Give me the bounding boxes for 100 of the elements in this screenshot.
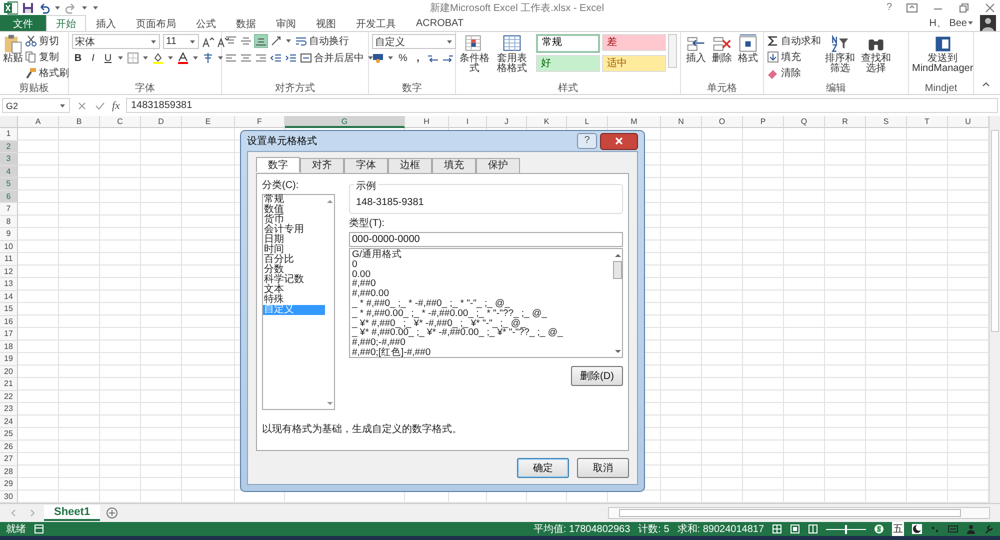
row-header[interactable]: 15 <box>0 303 18 316</box>
format-item[interactable]: _ ¥* #,##0_ ;_ ¥* -#,##0_ ;_ ¥* "-"_ ;_ @_ <box>352 318 611 328</box>
font-family-dropdown[interactable]: 宋体 <box>72 34 160 49</box>
input-method-indicator[interactable]: 五 <box>892 522 904 536</box>
column-header[interactable]: U <box>948 116 989 128</box>
align-right-icon[interactable] <box>255 52 267 64</box>
cancel-icon[interactable] <box>76 100 88 112</box>
currency-icon[interactable] <box>372 52 384 64</box>
format-item[interactable]: _ * #,##0.00_ ;_ * -#,##0.00_ ;_ * "-"??_ ;_ @_ <box>352 308 611 319</box>
row-header[interactable]: 8 <box>0 216 18 228</box>
category-item[interactable]: 特殊 <box>263 295 325 305</box>
format-item[interactable]: #,##0 <box>352 279 611 290</box>
merge-center-button[interactable]: 合并后居中 <box>300 51 364 65</box>
row-header[interactable]: 10 <box>0 240 18 253</box>
column-header[interactable]: P <box>743 116 784 128</box>
row-header[interactable]: 13 <box>0 278 18 290</box>
row-header[interactable]: 25 <box>0 428 18 440</box>
insert-button[interactable]: 插入 <box>684 34 708 64</box>
cell-style[interactable]: 好 <box>536 55 600 72</box>
conditional-formatting-button[interactable]: 条件格式 <box>459 34 490 74</box>
decrease-indent-icon[interactable] <box>270 52 282 64</box>
category-item[interactable]: 文本 <box>263 285 325 295</box>
ime-logo-icon[interactable] <box>874 524 884 534</box>
formula-field[interactable]: 14831859381 <box>126 98 998 113</box>
user-icon[interactable] <box>966 524 976 534</box>
borders-icon[interactable] <box>127 52 139 64</box>
row-header[interactable]: 30 <box>0 490 18 503</box>
italic-button[interactable]: I <box>87 52 99 64</box>
insert-function-button[interactable]: fx <box>112 100 120 112</box>
dialog-tab[interactable]: 数字 <box>256 157 300 172</box>
format-item[interactable]: #,##0.00 <box>352 289 611 299</box>
font-color-icon[interactable] <box>177 52 189 64</box>
dialog-tab[interactable]: 边框 <box>388 158 432 173</box>
file-tab[interactable]: 文件 <box>0 14 46 32</box>
category-item[interactable]: 常规 <box>263 195 325 205</box>
column-header[interactable]: S <box>866 116 907 128</box>
format-item[interactable]: _ * #,##0_ ;_ * -#,##0_ ;_ * "-"_ ;_ @_ <box>352 298 611 309</box>
category-item[interactable]: 时间 <box>263 245 325 255</box>
row-header[interactable]: 17 <box>0 328 18 340</box>
number-format-dropdown[interactable]: 自定义 <box>372 34 456 49</box>
row-header[interactable]: 3 <box>0 153 18 166</box>
account-name[interactable]: H、 Bee <box>929 16 967 30</box>
wrench-icon[interactable] <box>984 524 994 534</box>
column-header[interactable]: I <box>449 116 487 128</box>
column-header[interactable]: C <box>100 116 141 128</box>
column-header[interactable]: R <box>825 116 866 128</box>
comma-button[interactable]: , <box>412 52 424 64</box>
delete-button[interactable]: 删除(D) <box>571 366 623 386</box>
percent-button[interactable]: % <box>397 52 409 64</box>
dialog-tab[interactable]: 保护 <box>476 158 520 173</box>
cell-style[interactable]: 适中 <box>602 55 666 72</box>
column-header[interactable]: G <box>285 116 405 128</box>
ribbon-tab[interactable]: 视图 <box>306 14 346 32</box>
row-header[interactable]: 20 <box>0 366 18 378</box>
column-header[interactable]: F <box>235 116 285 128</box>
column-header[interactable]: D <box>141 116 182 128</box>
format-item[interactable]: G/通用格式 <box>352 250 611 260</box>
row-header[interactable]: 29 <box>0 478 18 490</box>
row-header[interactable]: 23 <box>0 403 18 416</box>
row-header[interactable]: 5 <box>0 178 18 190</box>
copy-button[interactable]: 复制 <box>25 50 69 64</box>
column-header[interactable]: Q <box>784 116 825 128</box>
name-box[interactable]: G2 <box>2 98 70 113</box>
ribbon-display-icon[interactable] <box>906 2 918 14</box>
format-button[interactable]: 格式 <box>736 34 760 64</box>
help-button[interactable]: ? <box>577 133 597 149</box>
close-button[interactable] <box>600 132 638 150</box>
category-item[interactable]: 数值 <box>263 205 325 215</box>
row-header[interactable]: 18 <box>0 340 18 353</box>
send-to-mindmanager-button[interactable]: 发送到 MindManager <box>912 34 974 74</box>
scroll-up-icon[interactable] <box>614 251 622 259</box>
category-item[interactable]: 日期 <box>263 235 325 245</box>
scroll-down-icon[interactable] <box>326 399 334 407</box>
row-header[interactable]: 11 <box>0 253 18 266</box>
grow-font-icon[interactable] <box>202 36 214 48</box>
format-list[interactable] <box>349 248 623 358</box>
cut-button[interactable]: 剪切 <box>25 34 69 48</box>
delete-button[interactable]: 删除 <box>710 34 734 64</box>
category-item[interactable]: 分数 <box>263 265 325 275</box>
help-button[interactable]: ? <box>886 2 892 13</box>
bold-button[interactable]: B <box>72 52 84 64</box>
font-size-dropdown[interactable]: 11 <box>163 34 199 49</box>
ribbon-tab[interactable]: 公式 <box>186 14 226 32</box>
avatar-icon[interactable] <box>980 15 996 31</box>
row-header[interactable]: 6 <box>0 190 18 203</box>
vertical-scrollbar[interactable] <box>989 116 1000 503</box>
sheet-tab[interactable]: Sheet1 <box>44 505 100 521</box>
bottom-align-icon[interactable] <box>255 35 267 47</box>
row-header[interactable]: 14 <box>0 290 18 303</box>
row-header[interactable]: 12 <box>0 266 18 278</box>
column-header[interactable]: E <box>182 116 235 128</box>
orientation-icon[interactable] <box>270 35 282 47</box>
format-painter-button[interactable]: 格式刷 <box>25 66 69 80</box>
dialog-tab[interactable]: 字体 <box>344 158 388 173</box>
scroll-down-icon[interactable] <box>614 347 622 355</box>
format-item[interactable]: 0 <box>352 260 611 270</box>
dialog-tab[interactable]: 对齐 <box>300 158 344 173</box>
punctuation-icon[interactable] <box>930 524 940 534</box>
dialog-tab[interactable]: 填充 <box>432 158 476 173</box>
wrap-text-button[interactable]: 自动换行 <box>295 34 349 48</box>
